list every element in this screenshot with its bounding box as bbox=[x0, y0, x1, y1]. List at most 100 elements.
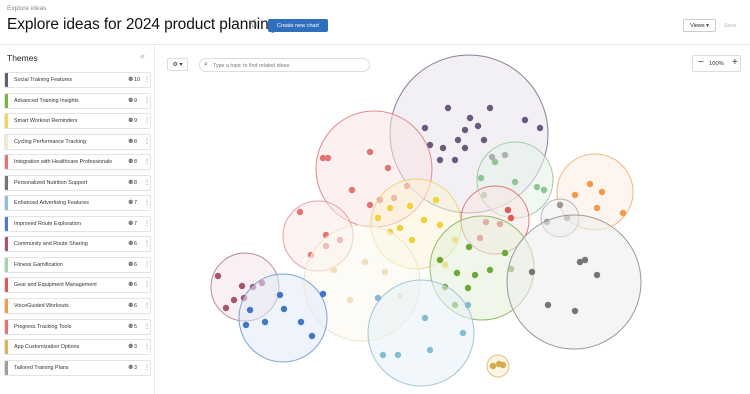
idea-dot[interactable] bbox=[386, 204, 394, 212]
idea-dot[interactable] bbox=[489, 362, 497, 370]
theme-bubble[interactable] bbox=[367, 279, 475, 387]
idea-dot[interactable] bbox=[408, 236, 416, 244]
theme-item[interactable]: Community and Route Sharing ⚉ 6 ⋮ bbox=[4, 236, 151, 253]
idea-dot[interactable] bbox=[598, 188, 606, 196]
idea-dot[interactable] bbox=[222, 304, 230, 312]
more-options-icon[interactable]: ⋮ bbox=[144, 343, 150, 350]
idea-dot[interactable] bbox=[619, 209, 627, 217]
idea-dot[interactable] bbox=[214, 272, 222, 280]
idea-dot[interactable] bbox=[348, 186, 356, 194]
theme-item[interactable]: Cycling Performance Tracking ⚉ 8 ⋮ bbox=[4, 133, 151, 150]
idea-dot[interactable] bbox=[486, 104, 494, 112]
idea-dot[interactable] bbox=[474, 122, 482, 130]
favorite-star-icon[interactable]: ☆ bbox=[249, 17, 261, 30]
idea-dot[interactable] bbox=[464, 301, 472, 309]
theme-bubble-circle[interactable] bbox=[238, 273, 328, 363]
idea-dot[interactable] bbox=[432, 196, 440, 204]
collapse-sidebar-icon[interactable]: « bbox=[140, 52, 145, 61]
idea-dot[interactable] bbox=[436, 221, 444, 229]
idea-dot[interactable] bbox=[521, 116, 529, 124]
idea-dot[interactable] bbox=[319, 290, 327, 298]
idea-dot[interactable] bbox=[593, 204, 601, 212]
theme-bubble[interactable] bbox=[238, 273, 328, 363]
idea-dot[interactable] bbox=[499, 361, 507, 369]
create-chart-button[interactable]: Create new chart bbox=[268, 19, 328, 32]
idea-dot[interactable] bbox=[536, 124, 544, 132]
more-options-icon[interactable]: ⋮ bbox=[144, 302, 150, 309]
idea-dot[interactable] bbox=[540, 186, 548, 194]
idea-dot[interactable] bbox=[480, 136, 488, 144]
idea-dot[interactable] bbox=[454, 136, 462, 144]
theme-item[interactable]: Smart Workout Reminders ⚉ 9 ⋮ bbox=[4, 113, 151, 130]
idea-dot[interactable] bbox=[261, 318, 269, 326]
theme-item[interactable]: VoiceGuided Workouts ⚉ 6 ⋮ bbox=[4, 298, 151, 315]
idea-dot[interactable] bbox=[366, 148, 374, 156]
idea-dot[interactable] bbox=[556, 201, 564, 209]
idea-dot[interactable] bbox=[308, 332, 316, 340]
idea-dot[interactable] bbox=[436, 156, 444, 164]
idea-dot[interactable] bbox=[296, 208, 304, 216]
idea-dot[interactable] bbox=[297, 318, 305, 326]
more-options-icon[interactable]: ⋮ bbox=[144, 281, 150, 288]
idea-dot[interactable] bbox=[379, 351, 387, 359]
idea-dot[interactable] bbox=[374, 214, 382, 222]
idea-dot[interactable] bbox=[507, 214, 515, 222]
idea-dot[interactable] bbox=[384, 164, 392, 172]
theme-item[interactable]: Progress Tracking Tools ⚉ 5 ⋮ bbox=[4, 318, 151, 335]
idea-dot[interactable] bbox=[504, 206, 512, 214]
idea-dot[interactable] bbox=[459, 329, 467, 337]
theme-item[interactable]: Tailored Training Plans ⚉ 3 ⋮ bbox=[4, 359, 151, 376]
theme-bubble[interactable] bbox=[486, 354, 510, 378]
idea-dot[interactable] bbox=[464, 284, 472, 292]
idea-dot[interactable] bbox=[436, 256, 444, 264]
idea-dot[interactable] bbox=[420, 216, 428, 224]
theme-item[interactable]: Advanced Training Insights ⚉ 9 ⋮ bbox=[4, 92, 151, 109]
idea-dot[interactable] bbox=[366, 201, 374, 209]
idea-dot[interactable] bbox=[451, 156, 459, 164]
idea-dot[interactable] bbox=[444, 104, 452, 112]
idea-dot[interactable] bbox=[280, 305, 288, 313]
idea-dot[interactable] bbox=[396, 224, 404, 232]
theme-item[interactable]: Social Training Features ⚉ 10 ⋮ bbox=[4, 72, 151, 88]
idea-dot[interactable] bbox=[461, 126, 469, 134]
idea-dot[interactable] bbox=[571, 307, 579, 315]
idea-dot[interactable] bbox=[374, 294, 382, 302]
theme-item[interactable]: Integration with Healthcare Professional… bbox=[4, 154, 151, 171]
idea-dot[interactable] bbox=[471, 271, 479, 279]
idea-dot[interactable] bbox=[501, 249, 509, 257]
idea-dot[interactable] bbox=[466, 114, 474, 122]
idea-dot[interactable] bbox=[586, 180, 594, 188]
theme-item[interactable]: Enhanced Advertising Features ⚉ 7 ⋮ bbox=[4, 195, 151, 212]
idea-dot[interactable] bbox=[491, 158, 499, 166]
more-options-icon[interactable]: ⋮ bbox=[144, 364, 150, 371]
idea-dot[interactable] bbox=[276, 291, 284, 299]
breadcrumb[interactable]: Explore ideas bbox=[7, 5, 46, 12]
more-options-icon[interactable]: ⋮ bbox=[144, 179, 150, 186]
idea-dot[interactable] bbox=[381, 268, 389, 276]
more-options-icon[interactable]: ⋮ bbox=[144, 76, 150, 83]
idea-dot[interactable] bbox=[544, 301, 552, 309]
more-options-icon[interactable]: ⋮ bbox=[144, 261, 150, 268]
idea-dot[interactable] bbox=[511, 178, 519, 186]
idea-dot[interactable] bbox=[406, 202, 414, 210]
theme-bubble-circle[interactable] bbox=[367, 279, 475, 387]
idea-dot[interactable] bbox=[465, 243, 473, 251]
idea-dot[interactable] bbox=[461, 144, 469, 152]
idea-dot[interactable] bbox=[242, 321, 250, 329]
views-dropdown-button[interactable]: Views ▾ bbox=[683, 19, 716, 32]
topic-search[interactable]: ⌕ bbox=[199, 58, 370, 72]
more-options-icon[interactable]: ⋮ bbox=[144, 240, 150, 247]
theme-item[interactable]: Personalized Nutrition Support ⚉ 8 ⋮ bbox=[4, 174, 151, 191]
theme-item[interactable]: App Customization Options ⚉ 3 ⋮ bbox=[4, 339, 151, 356]
more-options-icon[interactable]: ⋮ bbox=[144, 158, 150, 165]
idea-dot[interactable] bbox=[477, 174, 485, 182]
idea-dot[interactable] bbox=[421, 124, 429, 132]
idea-dot[interactable] bbox=[453, 269, 461, 277]
idea-dot[interactable] bbox=[330, 266, 338, 274]
theme-item[interactable]: Gear and Equipment Management ⚉ 6 ⋮ bbox=[4, 277, 151, 294]
theme-bubble-circle[interactable] bbox=[506, 214, 642, 350]
idea-dot[interactable] bbox=[361, 258, 369, 266]
more-options-icon[interactable]: ⋮ bbox=[144, 97, 150, 104]
zoom-in-button[interactable]: + bbox=[732, 58, 738, 68]
idea-dot[interactable] bbox=[528, 268, 536, 276]
